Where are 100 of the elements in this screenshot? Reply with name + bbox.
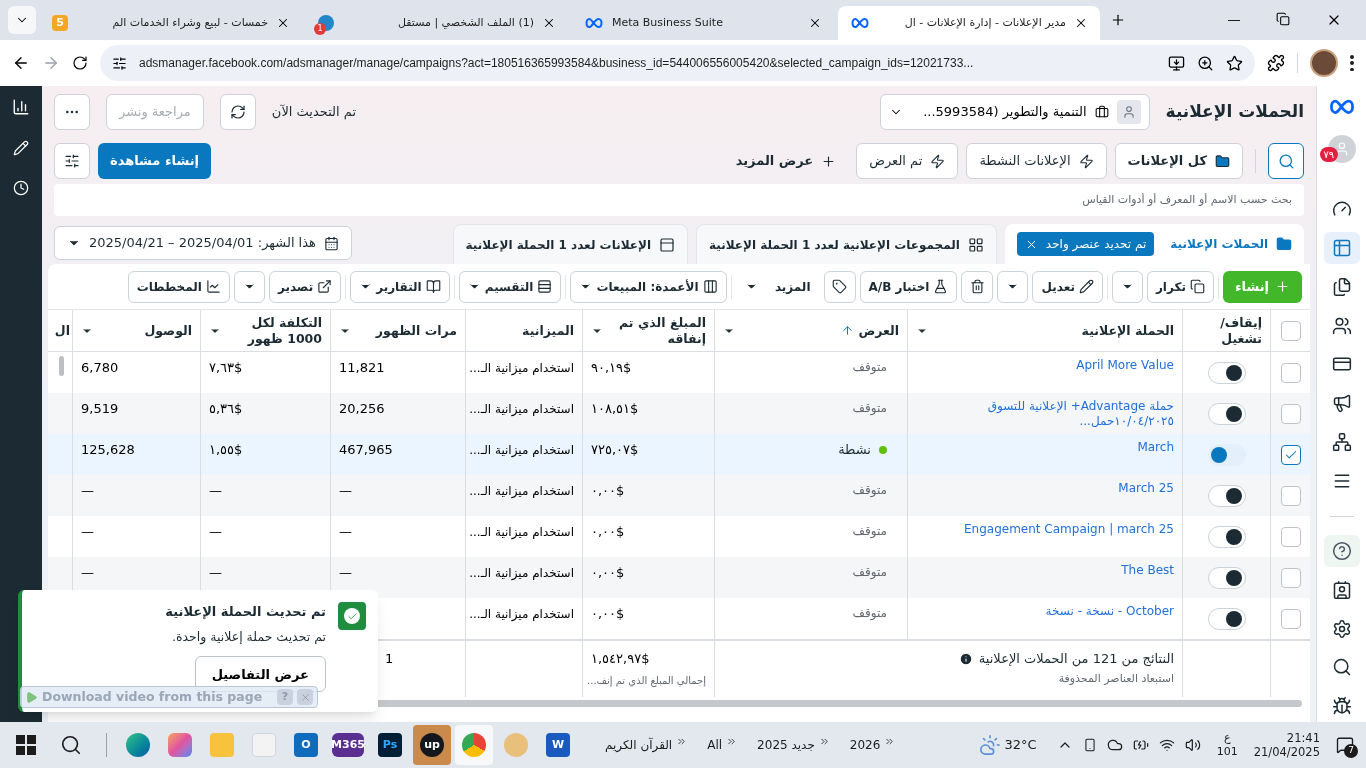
toolbar-folder[interactable]: All <box>707 736 738 754</box>
reach-value: — <box>81 524 94 539</box>
amount-spent: ٠,٠٠$ <box>591 483 625 498</box>
level-tab[interactable]: الحملات الإعلانية تم تحديد عنصر واحد <box>1004 224 1304 264</box>
keyboard-layout: 101 <box>1216 745 1238 759</box>
clock-time: 21:41 <box>1286 730 1320 745</box>
column-header[interactable]: مرات الظهور <box>330 310 465 351</box>
reach-value: 6,780 <box>81 360 119 375</box>
campaign-link[interactable]: October - نسخة - نسخة <box>916 604 1174 619</box>
taskbar-app[interactable]: M365 <box>329 725 367 765</box>
date-range-select[interactable]: هذا الشهر: 2025/04/01 – 2025/04/21 <box>54 226 352 260</box>
amount-spent: ١٠٨,٥١$ <box>591 401 639 416</box>
address-bar[interactable]: adsmanager.facebook.com/adsmanager/manage/campaigns?act=180516365993584&business_id=544006556005420&selected_campaign_ids=12021733... <box>100 45 1255 81</box>
campaign-link[interactable]: March 25 <box>916 481 1174 496</box>
budget-text: استخدام ميزانية الـ... <box>469 607 574 621</box>
campaign-link[interactable]: حملة Advantage+ الإعلانية للتسوق ١٠/٠٤/٢٠٢٥حمل... <box>916 399 1174 429</box>
impressions-value: — <box>339 483 352 498</box>
column-header[interactable]: ال <box>50 310 72 351</box>
budget-text: استخدام ميزانية الـ... <box>469 443 574 457</box>
app-icon: O <box>294 733 318 757</box>
reach-value: 9,519 <box>81 401 119 416</box>
browser-tab[interactable]: مدير الإعلانات - إدارة الإعلانات - ال <box>838 6 1100 40</box>
temperature: 32°C <box>1004 736 1037 755</box>
input-language[interactable]: ع <box>1223 731 1231 745</box>
column-header[interactable]: إيقاف/ تشغيل <box>1182 310 1270 351</box>
site-favicon: 5 <box>52 15 68 31</box>
amount-spent: ٠,٠٠$ <box>591 524 625 539</box>
results-note: استبعاد العناصر المحذوفة <box>1057 670 1174 687</box>
cpm-value: ٥,٣٦$ <box>209 401 243 416</box>
budget-text: استخدام ميزانية الـ... <box>469 566 574 580</box>
impressions-value: — <box>339 565 352 580</box>
toolbar-folder[interactable]: القرآن الكريم <box>605 736 688 754</box>
show-more-button[interactable]: عرض المزيد <box>723 143 849 179</box>
delivery-status: متوقف <box>852 400 887 417</box>
toolbar-dropdown[interactable]: التقسيم <box>458 270 562 303</box>
amount-spent: ٠,٠٠$ <box>591 606 625 621</box>
account-select[interactable]: التنمية والتطوير (5993584... <box>879 94 1150 130</box>
create-view-button[interactable]: إنشاء مشاهدة <box>98 143 211 179</box>
tab-title: (1) الملف الشخصي | مستقل <box>396 14 534 31</box>
toolbar-button[interactable]: اختبار A/B <box>859 270 958 303</box>
tab-title: خمسات - لبيع وشراء الخدمات الم <box>111 14 268 31</box>
cpm-value: — <box>209 524 222 539</box>
taskbar-app[interactable]: up <box>413 725 451 765</box>
budget-text: استخدام ميزانية الـ... <box>469 525 574 539</box>
filter-button[interactable]: كل الإعلانات <box>1114 143 1243 179</box>
amount-spent: ٧٢٥,٠٧$ <box>591 442 639 457</box>
app-icon: up <box>420 733 444 757</box>
amount-spent: ٠,٠٠$ <box>591 565 625 580</box>
reach-value: 125,628 <box>81 442 135 457</box>
column-header[interactable]: الحملة الإعلانية <box>907 310 1182 351</box>
toolbar-folder[interactable]: جديد 2025 <box>757 736 830 754</box>
budget-text: استخدام ميزانية الـ... <box>469 402 574 416</box>
impressions-value: 20,256 <box>339 401 385 416</box>
column-header[interactable]: التكلفة لكل 1000 ظهور <box>200 310 330 351</box>
level-tab[interactable]: الإعلانات لعدد 1 الحملة الإعلانية <box>452 224 688 264</box>
delivery-status: متوقف <box>852 605 887 622</box>
toolbar-dropdown[interactable]: الأعمدة: المبيعات <box>570 270 727 303</box>
column-header[interactable]: المبلغ الذي تم إنفاقه <box>582 310 714 351</box>
budget-text: استخدام ميزانية الـ... <box>469 361 574 375</box>
toolbar-button[interactable]: تصدير <box>268 270 342 303</box>
tab-title: مدير الإعلانات - إدارة الإعلانات - ال <box>903 14 1066 31</box>
app-icon: M365 <box>332 733 364 757</box>
taskbar-app[interactable]: W <box>539 725 577 765</box>
delivery-status: متوقف <box>852 564 887 581</box>
update-status: تم التحديث الآن <box>271 103 357 122</box>
delivery-status: نشطة <box>838 441 871 459</box>
filter-button[interactable]: تم العرض <box>856 143 959 179</box>
filter-button[interactable]: الإعلانات النشطة <box>966 143 1107 179</box>
taskbar-app[interactable]: O <box>287 725 325 765</box>
column-header[interactable]: الميزانية <box>465 310 582 351</box>
toast-title: تم تحديث الحملة الإعلانية <box>165 603 326 621</box>
cpm-value: ٧,٦٣$ <box>209 360 243 375</box>
cpm-value: — <box>209 483 222 498</box>
campaign-link[interactable]: The Best <box>916 563 1174 578</box>
column-header[interactable]: الوصول <box>72 310 200 351</box>
delivery-status: متوقف <box>852 523 887 540</box>
delivery-status: متوقف <box>852 482 887 499</box>
cpm-value: — <box>209 565 222 580</box>
app-icon: Ps <box>378 733 402 757</box>
selection-chip[interactable]: تم تحديد عنصر واحد <box>1016 232 1155 256</box>
amount-spent: ٩٠,١٩$ <box>591 360 632 375</box>
notification-count: 7 <box>1344 744 1358 758</box>
browser-tab[interactable]: Meta Business Suite <box>572 6 834 40</box>
toolbar-button[interactable]: تكرار <box>1146 270 1214 303</box>
campaign-link[interactable]: Engagement Campaign | march 25 <box>916 522 1174 537</box>
notification-badge: 1 <box>314 23 326 35</box>
cpm-value: ١,٥٥$ <box>209 442 243 457</box>
toolbar-dropdown[interactable]: التقارير <box>350 270 450 303</box>
toolbar-button[interactable]: تعديل <box>1032 270 1103 303</box>
campaign-link[interactable]: April More Value <box>916 358 1174 373</box>
column-header[interactable]: العرض <box>714 310 907 351</box>
total-impressions: 1 <box>385 651 394 666</box>
app-icon: W <box>546 733 570 757</box>
campaign-link[interactable]: March <box>916 440 1174 455</box>
taskbar-app[interactable]: Ps <box>371 725 409 765</box>
impressions-value: — <box>339 524 352 539</box>
budget-text: استخدام ميزانية الـ... <box>469 484 574 498</box>
toolbar-folder[interactable]: 2026 <box>849 736 896 754</box>
level-tab[interactable]: المجموعات الإعلانية لعدد 1 الحملة الإعلانية <box>696 224 997 264</box>
toolbar-button[interactable]: المخططات <box>127 270 230 303</box>
